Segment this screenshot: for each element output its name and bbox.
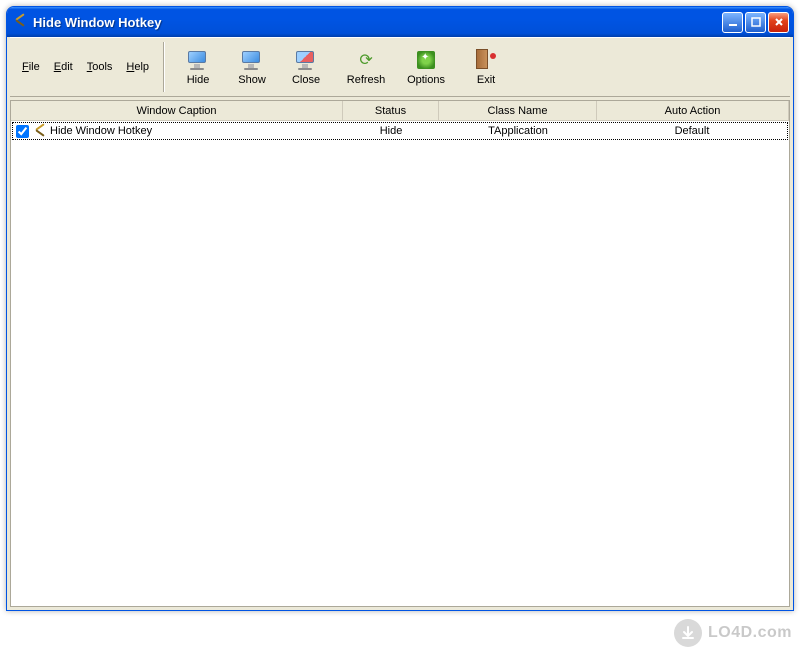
window-controls [722, 12, 789, 33]
close-button[interactable]: Close [279, 41, 333, 93]
app-icon [13, 14, 29, 30]
cell-class: TApplication [439, 123, 597, 139]
col-auto-action[interactable]: Auto Action [597, 101, 789, 120]
monitor-close-icon [294, 48, 318, 72]
col-class-name[interactable]: Class Name [439, 101, 597, 120]
maximize-button[interactable] [745, 12, 766, 33]
list-body[interactable]: Hide Window Hotkey Hide TApplication Def… [11, 121, 789, 606]
menu-edit[interactable]: Edit [48, 57, 79, 77]
refresh-label: Refresh [347, 74, 386, 86]
row-caption-text: Hide Window Hotkey [50, 125, 152, 137]
menubar: File Edit Tools Help [10, 38, 161, 96]
table-row[interactable]: Hide Window Hotkey Hide TApplication Def… [12, 122, 788, 140]
col-window-caption[interactable]: Window Caption [11, 101, 343, 120]
row-checkbox[interactable] [16, 125, 29, 138]
refresh-icon: ⟳ [354, 48, 378, 72]
cell-status: Hide [343, 123, 439, 139]
hide-label: Hide [187, 74, 210, 86]
exit-icon [474, 48, 498, 72]
list-view: Window Caption Status Class Name Auto Ac… [10, 100, 790, 607]
column-headers: Window Caption Status Class Name Auto Ac… [11, 101, 789, 121]
watermark-text: LO4D.com [708, 624, 792, 642]
hide-button[interactable]: Hide [171, 41, 225, 93]
tools-icon [33, 124, 47, 138]
show-label: Show [238, 74, 266, 86]
col-status[interactable]: Status [343, 101, 439, 120]
tools-icon [13, 14, 29, 30]
toolbar-area: File Edit Tools Help Hide Show [10, 37, 790, 97]
toolbar: Hide Show Close ⟳ Refresh [167, 38, 517, 96]
menu-help[interactable]: Help [120, 57, 155, 77]
options-icon [414, 48, 438, 72]
minimize-button[interactable] [722, 12, 743, 33]
watermark: LO4D.com [674, 619, 792, 647]
download-icon [674, 619, 702, 647]
options-label: Options [407, 74, 445, 86]
app-window: Hide Window Hotkey File Edit Tools Help [6, 6, 794, 611]
options-button[interactable]: Options [399, 41, 453, 93]
exit-label: Exit [477, 74, 495, 86]
cell-caption: Hide Window Hotkey [13, 123, 343, 139]
exit-button[interactable]: Exit [459, 41, 513, 93]
cell-action: Default [597, 123, 787, 139]
close-label: Close [292, 74, 320, 86]
menu-file[interactable]: File [16, 57, 46, 77]
titlebar[interactable]: Hide Window Hotkey [7, 7, 793, 37]
window-title: Hide Window Hotkey [33, 15, 722, 30]
refresh-button[interactable]: ⟳ Refresh [339, 41, 393, 93]
toolbar-separator [163, 42, 165, 92]
monitor-hide-icon [186, 48, 210, 72]
show-button[interactable]: Show [225, 41, 279, 93]
close-window-button[interactable] [768, 12, 789, 33]
monitor-show-icon [240, 48, 264, 72]
menu-tools[interactable]: Tools [81, 57, 119, 77]
